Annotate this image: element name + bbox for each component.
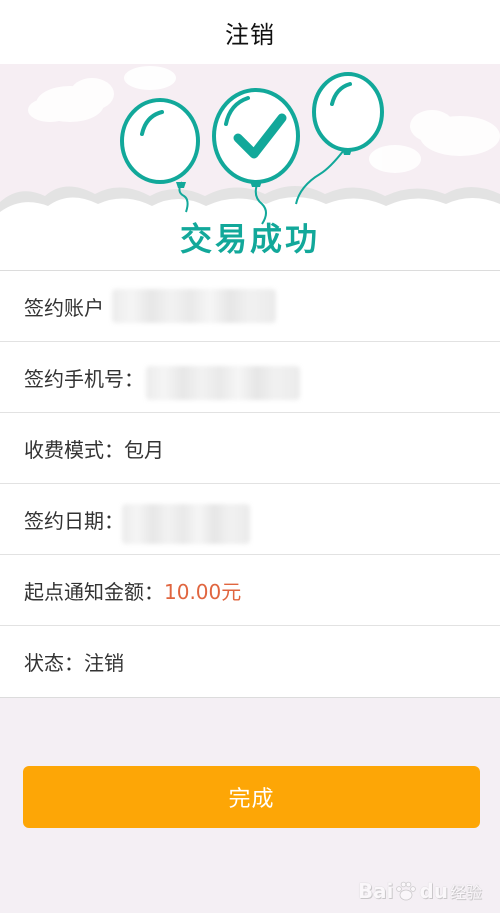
nav-header: 注销 xyxy=(0,0,500,64)
success-title: 交易成功 xyxy=(179,220,320,258)
contract-info-list: 签约账户 签约手机号： 收费模式： 包月 签约日期： 起点通知金额： 10.00… xyxy=(0,270,500,698)
row-value: 包月 xyxy=(124,437,164,462)
done-button[interactable]: 完成 xyxy=(23,766,480,828)
watermark-brand: Bai xyxy=(357,879,394,903)
screen: 注销 交易成功 签约账户 签约手机号： 收费模式： 包月 签约日期： 起点通知金… xyxy=(0,0,500,913)
row-label: 起点通知金额： xyxy=(24,579,164,604)
list-item-status: 状态： 注销 xyxy=(0,626,500,697)
redacted-value xyxy=(122,504,250,544)
list-item-account: 签约账户 xyxy=(0,271,500,342)
status-value: 注销 xyxy=(84,651,124,675)
watermark: Bai du 经验 xyxy=(358,879,482,903)
row-label: 签约日期： xyxy=(24,508,124,533)
amount-value: 10.00元 xyxy=(164,579,242,604)
list-item-fee-mode: 收费模式： 包月 xyxy=(0,413,500,484)
list-item-phone: 签约手机号： xyxy=(0,342,500,413)
redacted-value xyxy=(112,289,276,323)
row-label: 状态： xyxy=(24,651,84,675)
list-item-date: 签约日期： xyxy=(0,484,500,555)
watermark-brand-suffix: du xyxy=(419,879,448,903)
done-button-label: 完成 xyxy=(228,786,275,811)
row-label: 签约手机号： xyxy=(24,366,144,391)
paw-icon xyxy=(396,881,417,901)
success-banner: 交易成功 xyxy=(0,64,500,270)
page-title: 注销 xyxy=(225,20,275,49)
row-label: 签约账户 xyxy=(24,295,104,320)
list-item-notify-amount: 起点通知金额： 10.00元 xyxy=(0,555,500,626)
row-label: 收费模式： xyxy=(24,437,124,462)
redacted-value xyxy=(146,366,300,400)
watermark-sub: 经验 xyxy=(449,883,482,902)
